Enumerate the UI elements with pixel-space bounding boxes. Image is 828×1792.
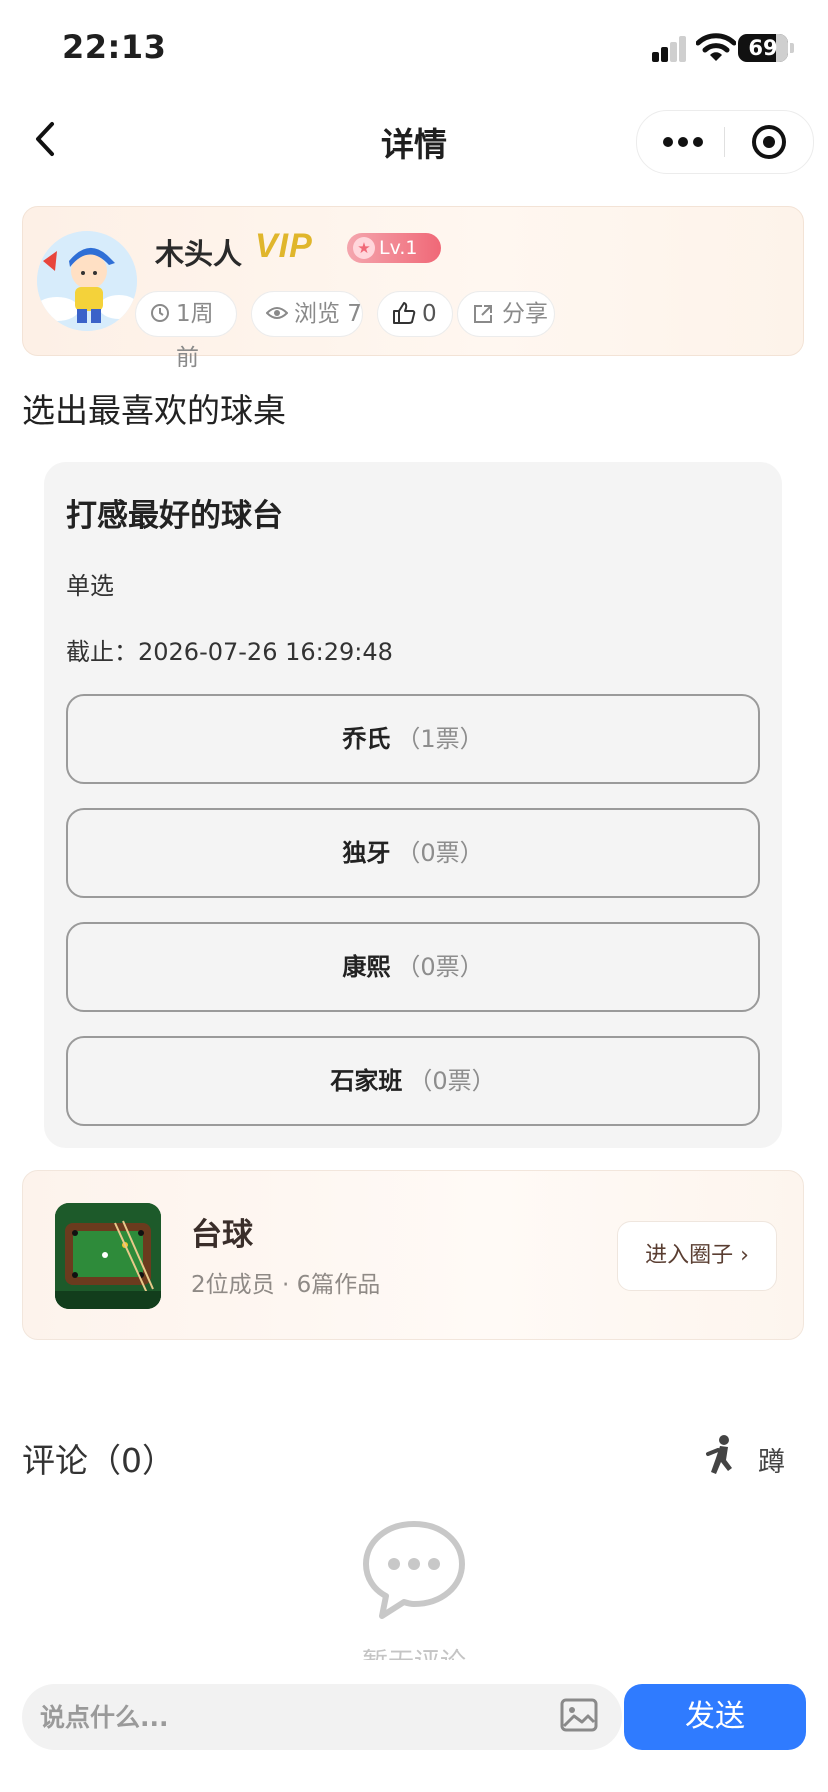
wifi-icon	[696, 33, 736, 61]
option-name: 石家班	[330, 1067, 403, 1095]
like-button[interactable]: 0	[377, 291, 453, 337]
poll-title: 打感最好的球台	[66, 498, 283, 534]
eye-icon	[266, 307, 288, 319]
capsule-divider	[724, 127, 725, 157]
option-votes: （1票）	[396, 725, 484, 753]
posted-time-chip: 1周前	[135, 291, 237, 371]
poll-card: 打感最好的球台 单选 截止：2026-07-26 16:29:48 乔氏 （1票）…	[44, 462, 782, 1148]
views-count: 浏览 7	[294, 301, 362, 327]
billiard-table-image	[55, 1203, 161, 1309]
squat-label: 蹲	[758, 1447, 785, 1478]
option-name: 乔氏	[342, 725, 391, 753]
status-time: 22:13	[62, 28, 167, 66]
comment-input[interactable]	[22, 1684, 622, 1750]
vip-badge: VIP	[255, 227, 313, 265]
post-title: 选出最喜欢的球桌	[22, 391, 286, 430]
share-icon	[474, 305, 492, 323]
nav-bar: 详情	[0, 96, 828, 186]
circle-stats: 2位成员 · 6篇作品	[191, 1272, 381, 1298]
poll-option[interactable]: 独牙 （0票）	[66, 808, 760, 898]
circle-thumbnail	[55, 1203, 161, 1309]
empty-comments-text: 暂无评论	[0, 1642, 828, 1660]
comment-composer: 发送	[0, 1662, 828, 1792]
enter-circle-button[interactable]: 进入圈子 ›	[617, 1221, 777, 1291]
poll-deadline: 截止：2026-07-26 16:29:48	[66, 638, 393, 666]
battery-tip	[790, 43, 794, 53]
like-count: 0	[422, 301, 437, 327]
share-button[interactable]: 分享	[457, 291, 555, 337]
poll-option[interactable]: 乔氏 （1票）	[66, 694, 760, 784]
option-votes: （0票）	[396, 953, 484, 981]
circle-name: 台球	[191, 1217, 253, 1253]
author-name[interactable]: 木头人	[155, 231, 242, 273]
poll-option[interactable]: 石家班 （0票）	[66, 1036, 760, 1126]
battery-level: 69	[748, 36, 778, 60]
more-icon[interactable]	[663, 133, 703, 151]
avatar-illustration	[37, 231, 137, 331]
cellular-signal-icon	[652, 36, 688, 62]
level-badge: ★ Lv.1	[347, 233, 441, 263]
poll-type: 单选	[66, 572, 114, 600]
author-card: 木头人 VIP ★ Lv.1 1周前 浏览 7 0 分享	[22, 206, 804, 371]
option-name: 康熙	[342, 953, 391, 981]
status-bar: 22:13 69	[0, 0, 828, 96]
battery-icon: 69	[738, 34, 788, 62]
send-button[interactable]: 发送	[624, 1684, 806, 1750]
thumbs-up-icon	[393, 302, 416, 324]
clock-icon	[151, 304, 169, 322]
share-label: 分享	[502, 301, 548, 327]
star-icon: ★	[353, 237, 375, 259]
posted-time: 1周前	[176, 301, 214, 371]
level-label: Lv.1	[379, 237, 418, 259]
option-name: 独牙	[342, 839, 391, 867]
avatar[interactable]	[37, 231, 137, 331]
option-votes: （0票）	[408, 1067, 496, 1095]
empty-comments-icon	[363, 1521, 465, 1619]
mini-program-capsule	[636, 110, 814, 174]
squat-button[interactable]: 蹲	[700, 1430, 800, 1486]
option-votes: （0票）	[396, 839, 484, 867]
comments-title: 评论（0）	[22, 1441, 175, 1480]
image-upload-icon[interactable]	[560, 1698, 598, 1732]
circle-card[interactable]: 台球 2位成员 · 6篇作品 进入圈子 ›	[22, 1170, 804, 1340]
poll-option[interactable]: 康熙 （0票）	[66, 922, 760, 1012]
views-chip: 浏览 7	[251, 291, 363, 337]
close-mini-program-icon[interactable]	[752, 125, 786, 159]
squat-person-icon	[706, 1435, 732, 1474]
